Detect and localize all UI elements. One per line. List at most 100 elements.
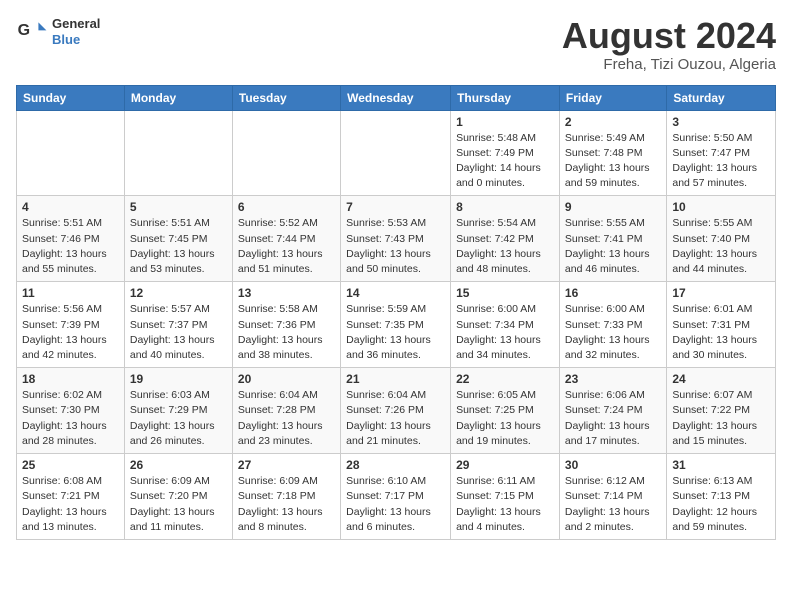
day-number: 27	[238, 458, 335, 472]
calendar-cell: 5 Sunrise: 5:51 AMSunset: 7:45 PMDaylight…	[124, 196, 232, 282]
column-header-tuesday: Tuesday	[232, 85, 340, 110]
calendar-cell: 2 Sunrise: 5:49 AMSunset: 7:48 PMDaylight…	[559, 110, 666, 196]
day-info: Sunrise: 5:55 AMSunset: 7:40 PMDaylight:…	[672, 216, 770, 277]
calendar-cell: 6 Sunrise: 5:52 AMSunset: 7:44 PMDaylight…	[232, 196, 340, 282]
logo: G General Blue	[16, 16, 100, 48]
day-info: Sunrise: 5:58 AMSunset: 7:36 PMDaylight:…	[238, 302, 335, 363]
calendar-cell: 19 Sunrise: 6:03 AMSunset: 7:29 PMDayligh…	[124, 368, 232, 454]
day-info: Sunrise: 6:09 AMSunset: 7:18 PMDaylight:…	[238, 474, 335, 535]
calendar-cell: 31 Sunrise: 6:13 AMSunset: 7:13 PMDayligh…	[667, 454, 776, 540]
calendar-cell: 14Sunrise: 5:59 AMSunset: 7:35 PMDayligh…	[341, 282, 451, 368]
day-info: Sunrise: 6:00 AMSunset: 7:34 PMDaylight:…	[456, 302, 554, 363]
day-number: 15	[456, 286, 554, 300]
calendar-cell: 9 Sunrise: 5:55 AMSunset: 7:41 PMDaylight…	[559, 196, 666, 282]
day-number: 9	[565, 200, 661, 214]
calendar-cell: 28Sunrise: 6:10 AMSunset: 7:17 PMDayligh…	[341, 454, 451, 540]
day-number: 8	[456, 200, 554, 214]
column-header-saturday: Saturday	[667, 85, 776, 110]
day-number: 4	[22, 200, 119, 214]
day-number: 29	[456, 458, 554, 472]
day-number: 21	[346, 372, 445, 386]
calendar-cell: 3 Sunrise: 5:50 AMSunset: 7:47 PMDaylight…	[667, 110, 776, 196]
day-info: Sunrise: 6:12 AMSunset: 7:14 PMDaylight:…	[565, 474, 661, 535]
calendar-cell: 1Sunrise: 5:48 AMSunset: 7:49 PMDaylight…	[451, 110, 560, 196]
calendar-cell: 12 Sunrise: 5:57 AMSunset: 7:37 PMDayligh…	[124, 282, 232, 368]
calendar-week-5: 25Sunrise: 6:08 AMSunset: 7:21 PMDayligh…	[17, 454, 776, 540]
day-info: Sunrise: 6:08 AMSunset: 7:21 PMDaylight:…	[22, 474, 119, 535]
calendar-cell	[17, 110, 125, 196]
calendar-cell: 18 Sunrise: 6:02 AMSunset: 7:30 PMDayligh…	[17, 368, 125, 454]
month-year-title: August 2024	[562, 16, 776, 56]
day-info: Sunrise: 6:05 AMSunset: 7:25 PMDaylight:…	[456, 388, 554, 449]
day-number: 18	[22, 372, 119, 386]
column-header-thursday: Thursday	[451, 85, 560, 110]
day-info: Sunrise: 6:13 AMSunset: 7:13 PMDaylight:…	[672, 474, 770, 535]
day-info: Sunrise: 5:52 AMSunset: 7:44 PMDaylight:…	[238, 216, 335, 277]
calendar-cell: 29Sunrise: 6:11 AMSunset: 7:15 PMDayligh…	[451, 454, 560, 540]
day-number: 23	[565, 372, 661, 386]
day-info: Sunrise: 6:06 AMSunset: 7:24 PMDaylight:…	[565, 388, 661, 449]
day-number: 30	[565, 458, 661, 472]
calendar-week-3: 11 Sunrise: 5:56 AMSunset: 7:39 PMDayligh…	[17, 282, 776, 368]
calendar-cell: 17 Sunrise: 6:01 AMSunset: 7:31 PMDayligh…	[667, 282, 776, 368]
day-number: 26	[130, 458, 227, 472]
day-info: Sunrise: 5:51 AMSunset: 7:45 PMDaylight:…	[130, 216, 227, 277]
day-number: 5	[130, 200, 227, 214]
logo-text: General Blue	[52, 16, 100, 47]
day-info: Sunrise: 6:04 AMSunset: 7:26 PMDaylight:…	[346, 388, 445, 449]
day-number: 12	[130, 286, 227, 300]
day-info: Sunrise: 5:57 AMSunset: 7:37 PMDaylight:…	[130, 302, 227, 363]
logo-icon: G	[16, 16, 48, 48]
day-number: 22	[456, 372, 554, 386]
day-number: 24	[672, 372, 770, 386]
day-info: Sunrise: 5:54 AMSunset: 7:42 PMDaylight:…	[456, 216, 554, 277]
calendar-week-1: 1Sunrise: 5:48 AMSunset: 7:49 PMDaylight…	[17, 110, 776, 196]
day-info: Sunrise: 5:48 AMSunset: 7:49 PMDaylight:…	[456, 131, 554, 192]
calendar-table: SundayMondayTuesdayWednesdayThursdayFrid…	[16, 85, 776, 540]
svg-text:G: G	[18, 22, 30, 39]
day-number: 3	[672, 115, 770, 129]
calendar-cell: 25Sunrise: 6:08 AMSunset: 7:21 PMDayligh…	[17, 454, 125, 540]
day-number: 10	[672, 200, 770, 214]
title-block: August 2024 Freha, Tizi Ouzou, Algeria	[562, 16, 776, 73]
calendar-cell: 22 Sunrise: 6:05 AMSunset: 7:25 PMDayligh…	[451, 368, 560, 454]
calendar-cell: 7 Sunrise: 5:53 AMSunset: 7:43 PMDaylight…	[341, 196, 451, 282]
calendar-cell	[124, 110, 232, 196]
day-number: 31	[672, 458, 770, 472]
day-info: Sunrise: 5:56 AMSunset: 7:39 PMDaylight:…	[22, 302, 119, 363]
column-header-sunday: Sunday	[17, 85, 125, 110]
day-number: 20	[238, 372, 335, 386]
day-number: 2	[565, 115, 661, 129]
calendar-cell: 20 Sunrise: 6:04 AMSunset: 7:28 PMDayligh…	[232, 368, 340, 454]
day-info: Sunrise: 6:04 AMSunset: 7:28 PMDaylight:…	[238, 388, 335, 449]
day-info: Sunrise: 5:51 AMSunset: 7:46 PMDaylight:…	[22, 216, 119, 277]
calendar-header-row: SundayMondayTuesdayWednesdayThursdayFrid…	[17, 85, 776, 110]
day-info: Sunrise: 5:55 AMSunset: 7:41 PMDaylight:…	[565, 216, 661, 277]
day-number: 7	[346, 200, 445, 214]
page-header: G General Blue August 2024 Freha, Tizi O…	[16, 16, 776, 73]
day-info: Sunrise: 5:49 AMSunset: 7:48 PMDaylight:…	[565, 131, 661, 192]
day-number: 11	[22, 286, 119, 300]
day-info: Sunrise: 6:02 AMSunset: 7:30 PMDaylight:…	[22, 388, 119, 449]
day-info: Sunrise: 6:09 AMSunset: 7:20 PMDaylight:…	[130, 474, 227, 535]
day-info: Sunrise: 5:50 AMSunset: 7:47 PMDaylight:…	[672, 131, 770, 192]
day-info: Sunrise: 6:10 AMSunset: 7:17 PMDaylight:…	[346, 474, 445, 535]
calendar-cell: 13 Sunrise: 5:58 AMSunset: 7:36 PMDayligh…	[232, 282, 340, 368]
day-info: Sunrise: 5:59 AMSunset: 7:35 PMDaylight:…	[346, 302, 445, 363]
column-header-monday: Monday	[124, 85, 232, 110]
day-number: 17	[672, 286, 770, 300]
calendar-cell	[341, 110, 451, 196]
calendar-week-2: 4 Sunrise: 5:51 AMSunset: 7:46 PMDaylight…	[17, 196, 776, 282]
day-info: Sunrise: 6:01 AMSunset: 7:31 PMDaylight:…	[672, 302, 770, 363]
day-info: Sunrise: 6:03 AMSunset: 7:29 PMDaylight:…	[130, 388, 227, 449]
day-number: 19	[130, 372, 227, 386]
day-number: 6	[238, 200, 335, 214]
day-info: Sunrise: 5:53 AMSunset: 7:43 PMDaylight:…	[346, 216, 445, 277]
calendar-cell: 21 Sunrise: 6:04 AMSunset: 7:26 PMDayligh…	[341, 368, 451, 454]
day-info: Sunrise: 6:00 AMSunset: 7:33 PMDaylight:…	[565, 302, 661, 363]
day-number: 13	[238, 286, 335, 300]
day-number: 16	[565, 286, 661, 300]
calendar-cell: 27 Sunrise: 6:09 AMSunset: 7:18 PMDayligh…	[232, 454, 340, 540]
calendar-cell: 16 Sunrise: 6:00 AMSunset: 7:33 PMDayligh…	[559, 282, 666, 368]
calendar-cell: 8 Sunrise: 5:54 AMSunset: 7:42 PMDaylight…	[451, 196, 560, 282]
